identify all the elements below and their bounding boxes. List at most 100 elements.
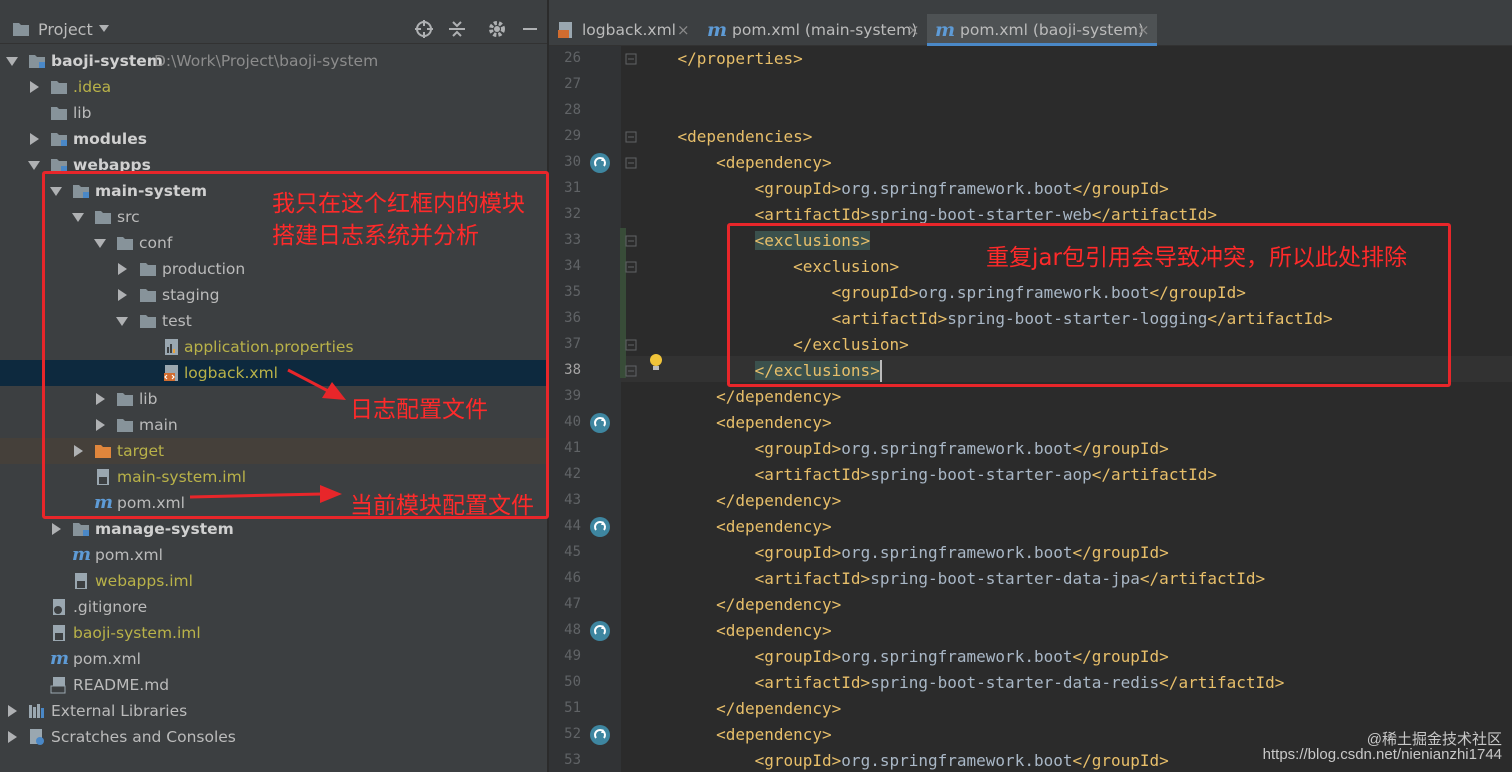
- fold-icon[interactable]: [625, 339, 637, 351]
- tab-pom-baoji-system[interactable]: m pom.xml (baoji-system) ×: [927, 14, 1157, 46]
- tree-item-label: baoji-system: [51, 52, 163, 70]
- tree-item-label: Scratches and Consoles: [51, 728, 236, 746]
- chevron-down-icon[interactable]: [6, 57, 18, 66]
- tree-item-gitignore[interactable]: .gitignore: [0, 594, 546, 620]
- locate-icon[interactable]: [414, 19, 434, 39]
- overridden-dependency-icon[interactable]: [589, 724, 611, 746]
- iml-file-icon: [53, 625, 65, 641]
- tree-item-webapps-iml[interactable]: webapps.iml: [0, 568, 546, 594]
- code-line[interactable]: <dependency>: [639, 722, 832, 748]
- project-folder-icon: [13, 23, 29, 36]
- tree-item-lib[interactable]: lib: [0, 100, 546, 126]
- tab-pom-main-system[interactable]: m pom.xml (main-system) ×: [699, 14, 925, 46]
- module-note-line2: 搭建日志系统并分析: [272, 223, 479, 249]
- fold-icon[interactable]: [625, 235, 637, 247]
- overridden-dependency-icon[interactable]: [589, 152, 611, 174]
- tree-item-baoji-system-iml[interactable]: baoji-system.iml: [0, 620, 546, 646]
- line-number: 45: [564, 544, 581, 560]
- tree-item-external-libraries[interactable]: External Libraries: [0, 698, 546, 724]
- line-number: 29: [564, 128, 581, 144]
- fold-icon[interactable]: [625, 131, 637, 143]
- project-view-title[interactable]: Project: [38, 20, 93, 39]
- line-number: 31: [564, 180, 581, 196]
- tree-item-scratches[interactable]: Scratches and Consoles: [0, 724, 546, 750]
- tab-label: logback.xml: [582, 21, 676, 39]
- line-number: 46: [564, 570, 581, 586]
- tree-item-idea[interactable]: .idea: [0, 74, 546, 100]
- line-number: 43: [564, 492, 581, 508]
- tab-logback-xml[interactable]: logback.xml ×: [549, 14, 695, 46]
- code-line[interactable]: <groupId>org.springframework.boot</group…: [639, 176, 1169, 202]
- tree-item-label: lib: [73, 104, 92, 122]
- overridden-dependency-icon[interactable]: [589, 620, 611, 642]
- line-number: 50: [564, 674, 581, 690]
- collapse-all-icon[interactable]: [447, 19, 467, 39]
- line-number: 35: [564, 284, 581, 300]
- maven-icon: m: [72, 544, 92, 565]
- vcs-change-marker[interactable]: [620, 228, 626, 378]
- line-number: 49: [564, 648, 581, 664]
- tree-item-label: pom.xml: [73, 650, 141, 668]
- tree-item-pom-xml-root[interactable]: m pom.xml: [0, 646, 546, 672]
- close-icon[interactable]: ×: [1137, 14, 1150, 46]
- module-folder-icon: [29, 55, 45, 68]
- tree-item-label: webapps.iml: [95, 572, 193, 590]
- fold-icon[interactable]: [625, 365, 637, 377]
- code-line[interactable]: <dependency>: [639, 618, 832, 644]
- chevron-right-icon[interactable]: [30, 81, 39, 93]
- gear-icon[interactable]: [487, 19, 507, 39]
- line-number: 51: [564, 700, 581, 716]
- code-line[interactable]: </properties>: [639, 46, 803, 72]
- watermark-line2: https://blog.csdn.net/nienianzhi1744: [1262, 746, 1502, 763]
- code-line[interactable]: <groupId>org.springframework.boot</group…: [639, 748, 1169, 772]
- tree-item-modules[interactable]: modules: [0, 126, 546, 152]
- code-line[interactable]: <groupId>org.springframework.boot</group…: [639, 644, 1169, 670]
- tree-item-baoji-system[interactable]: baoji-system D:\Work\Project\baoji-syste…: [0, 48, 546, 74]
- code-line[interactable]: <groupId>org.springframework.boot</group…: [639, 436, 1169, 462]
- fold-icon[interactable]: [625, 261, 637, 273]
- tree-item-pom-xml-webapps[interactable]: m pom.xml: [0, 542, 546, 568]
- code-line[interactable]: </dependency>: [639, 592, 841, 618]
- module-note-line1: 我只在这个红框内的模块: [272, 191, 525, 217]
- code-line[interactable]: <dependency>: [639, 150, 832, 176]
- tree-item-readme[interactable]: README.md: [0, 672, 546, 698]
- code-line[interactable]: </dependency>: [639, 384, 841, 410]
- maven-icon: m: [935, 19, 956, 41]
- overridden-dependency-icon[interactable]: [589, 412, 611, 434]
- code-line[interactable]: <groupId>org.springframework.boot</group…: [639, 540, 1169, 566]
- line-number: 26: [564, 50, 581, 66]
- code-line[interactable]: <artifactId>spring-boot-starter-data-red…: [639, 670, 1285, 696]
- line-number: 36: [564, 310, 581, 326]
- code-line[interactable]: </dependency>: [639, 488, 841, 514]
- code-line[interactable]: <artifactId>spring-boot-starter-data-jpa…: [639, 566, 1266, 592]
- close-icon[interactable]: ×: [907, 14, 920, 46]
- iml-file-icon: [75, 573, 87, 589]
- fold-icon[interactable]: [625, 157, 637, 169]
- overridden-dependency-icon[interactable]: [589, 516, 611, 538]
- code-line[interactable]: <dependency>: [639, 514, 832, 540]
- chevron-down-icon[interactable]: [28, 161, 40, 170]
- xml-file-icon: [558, 22, 572, 38]
- hide-panel-icon[interactable]: [520, 19, 540, 39]
- code-line[interactable]: <dependencies>: [639, 124, 813, 150]
- code-line[interactable]: <artifactId>spring-boot-starter-aop</art…: [639, 462, 1217, 488]
- code-line[interactable]: <dependency>: [639, 410, 832, 436]
- chevron-right-icon[interactable]: [8, 705, 17, 717]
- top-toolbar-strip: [549, 0, 1512, 14]
- line-number: 34: [564, 258, 581, 274]
- close-icon[interactable]: ×: [677, 14, 690, 46]
- chevron-right-icon[interactable]: [52, 523, 61, 535]
- fold-icon[interactable]: [625, 53, 637, 65]
- chevron-right-icon[interactable]: [8, 731, 17, 743]
- tab-label: pom.xml (baoji-system): [960, 21, 1145, 39]
- chevron-down-icon[interactable]: [99, 25, 109, 32]
- maven-icon: m: [50, 648, 70, 669]
- tree-item-label: manage-system: [95, 520, 234, 538]
- exclusion-note: 重复jar包引用会导致冲突，所以此处排除: [986, 245, 1407, 271]
- module-folder-icon: [73, 523, 89, 536]
- chevron-right-icon[interactable]: [30, 133, 39, 145]
- line-number: 39: [564, 388, 581, 404]
- lightbulb-icon[interactable]: [647, 352, 665, 372]
- library-icon: [29, 704, 44, 718]
- code-line[interactable]: </dependency>: [639, 696, 841, 722]
